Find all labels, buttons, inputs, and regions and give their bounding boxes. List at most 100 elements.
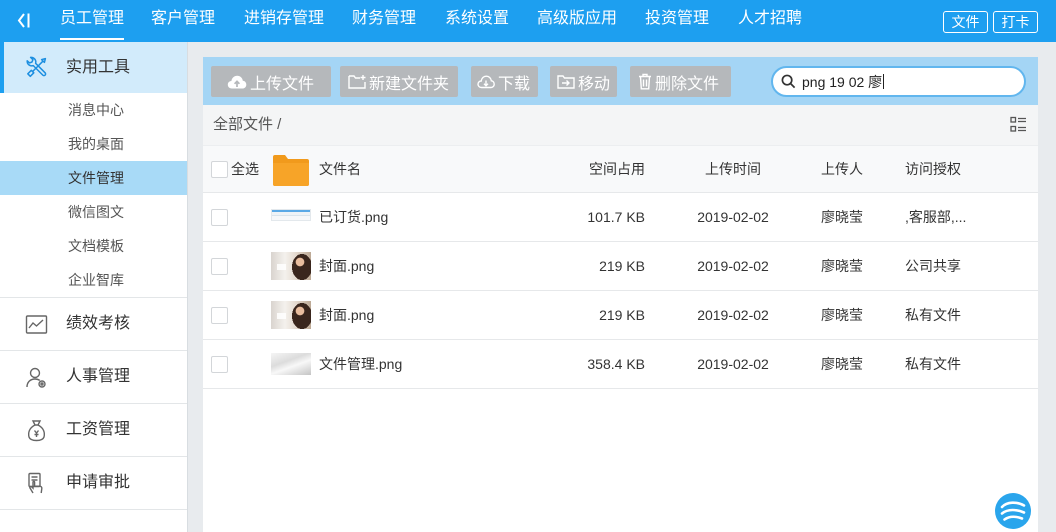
file-size: 101.7 KB [587,209,645,225]
breadcrumb-all-files[interactable]: 全部文件 / [213,105,281,145]
nav-item-customer-management[interactable]: 客户管理 [151,0,215,40]
file-uploader: 廖晓莹 [821,307,863,323]
column-header-size: 空间占用 [589,161,645,177]
file-name[interactable]: 已订货.png [319,193,388,241]
table-header: 全选 文件名 空间占用 上传时间 上传人 访问授权 [203,145,1038,193]
file-thumbnail [271,209,311,221]
folder-icon [272,154,310,186]
column-header-upload-time: 上传时间 [705,161,761,177]
table-row[interactable]: 已订货.png 101.7 KB 2019-02-02 廖晓莹 ,客服部,... [203,193,1038,242]
brand-logo-icon[interactable] [995,493,1031,529]
files-button[interactable]: 文件 [943,11,988,33]
move-label: 移动 [578,75,611,93]
file-upload-time: 2019-02-02 [697,258,769,274]
download-label: 下载 [498,75,531,93]
file-thumbnail [271,353,311,375]
file-size: 219 KB [599,307,645,323]
nav-item-investment-management[interactable]: 投资管理 [645,0,709,40]
delete-file-button[interactable]: 删除文件 [630,66,731,97]
row-checkbox[interactable] [211,307,228,324]
delete-file-label: 删除文件 [655,75,720,93]
row-checkbox[interactable] [211,258,228,275]
nav-item-recruitment[interactable]: 人才招聘 [738,0,802,40]
file-thumbnail [271,252,311,280]
move-icon [557,74,575,90]
file-name[interactable]: 封面.png [319,291,374,339]
trash-icon [638,73,652,90]
performance-chart-icon [24,312,49,337]
download-icon [477,74,495,90]
nav-item-inventory-management[interactable]: 进销存管理 [244,0,324,40]
sidebar-section-label: 绩效考核 [66,315,131,332]
column-header-access: 访问授权 [905,161,961,177]
file-manager-panel: 上传文件 新建文件夹 下载 移动 删除文件 png 19 02 廖 全部文件 /… [203,57,1038,532]
money-bag-icon [24,418,49,443]
file-name[interactable]: 封面.png [319,242,374,290]
search-box[interactable]: png 19 02 廖 [771,66,1026,97]
file-size: 219 KB [599,258,645,274]
active-section-indicator [0,42,4,93]
collapse-sidebar-icon[interactable] [16,12,32,29]
sidebar-item-file-management[interactable]: 文件管理 [0,161,187,195]
sidebar-item-knowledge-base[interactable]: 企业智库 [0,263,187,297]
file-uploader: 廖晓莹 [821,209,863,225]
tools-icon [24,55,49,80]
upload-file-button[interactable]: 上传文件 [211,66,331,97]
upload-file-label: 上传文件 [250,75,315,93]
search-icon[interactable] [781,74,796,89]
breadcrumb: 全部文件 / [203,105,1038,145]
person-settings-icon [24,365,49,390]
sidebar-section-performance[interactable]: 绩效考核 [0,297,187,350]
file-name[interactable]: 文件管理.png [319,340,402,388]
file-upload-time: 2019-02-02 [697,209,769,225]
column-header-name: 文件名 [319,161,361,177]
table-row[interactable]: 封面.png 219 KB 2019-02-02 廖晓莹 私有文件 [203,291,1038,340]
sidebar-section-next [0,509,187,532]
list-view-icon[interactable] [1010,116,1027,133]
search-input[interactable]: png 19 02 廖 [802,72,882,92]
sidebar-section-payroll[interactable]: 工资管理 [0,403,187,456]
download-button[interactable]: 下载 [471,66,538,97]
sidebar-item-document-templates[interactable]: 文档模板 [0,229,187,263]
sidebar-section-label: 人事管理 [66,368,131,385]
sidebar: 实用工具 消息中心 我的桌面 文件管理 微信图文 文档模板 企业智库 绩效考核 … [0,42,188,532]
clock-in-button[interactable]: 打卡 [993,11,1038,33]
file-access: 私有文件 [905,356,961,372]
new-folder-label: 新建文件夹 [369,75,450,93]
table-row[interactable]: 封面.png 219 KB 2019-02-02 廖晓莹 公司共享 [203,242,1038,291]
row-checkbox[interactable] [211,209,228,226]
new-folder-icon [348,74,366,90]
sidebar-item-my-desktop[interactable]: 我的桌面 [0,127,187,161]
file-access: 公司共享 [905,258,961,274]
nav-item-advanced-apps[interactable]: 高级版应用 [537,0,617,40]
approval-hand-icon [24,471,49,496]
move-button[interactable]: 移动 [550,66,617,97]
nav-item-system-settings[interactable]: 系统设置 [445,0,509,40]
sidebar-section-hr[interactable]: 人事管理 [0,350,187,403]
file-upload-time: 2019-02-02 [697,356,769,372]
file-access: 私有文件 [905,307,961,323]
file-uploader: 廖晓莹 [821,356,863,372]
top-navbar: 员工管理 客户管理 进销存管理 财务管理 系统设置 高级版应用 投资管理 人才招… [0,0,1056,42]
sidebar-section-label: 实用工具 [66,59,131,76]
column-header-uploader: 上传人 [821,161,863,177]
file-uploader: 廖晓莹 [821,258,863,274]
sidebar-section-approval[interactable]: 申请审批 [0,456,187,509]
sidebar-section-tools[interactable]: 实用工具 [0,42,187,93]
toolbar: 上传文件 新建文件夹 下载 移动 删除文件 png 19 02 廖 [203,57,1038,105]
select-all-checkbox[interactable] [211,161,228,178]
sidebar-section-label: 工资管理 [66,421,131,438]
nav-item-employee-management[interactable]: 员工管理 [60,0,125,40]
file-access: ,客服部,... [905,209,967,225]
file-size: 358.4 KB [587,356,645,372]
nav-item-finance-management[interactable]: 财务管理 [352,0,416,40]
new-folder-button[interactable]: 新建文件夹 [340,66,458,97]
sidebar-item-message-center[interactable]: 消息中心 [0,93,187,127]
text-caret [883,74,885,89]
file-thumbnail [271,301,311,329]
select-all-label[interactable]: 全选 [231,146,259,192]
cloud-upload-icon [227,74,247,90]
sidebar-item-wechat-articles[interactable]: 微信图文 [0,195,187,229]
row-checkbox[interactable] [211,356,228,373]
table-row[interactable]: 文件管理.png 358.4 KB 2019-02-02 廖晓莹 私有文件 [203,340,1038,389]
